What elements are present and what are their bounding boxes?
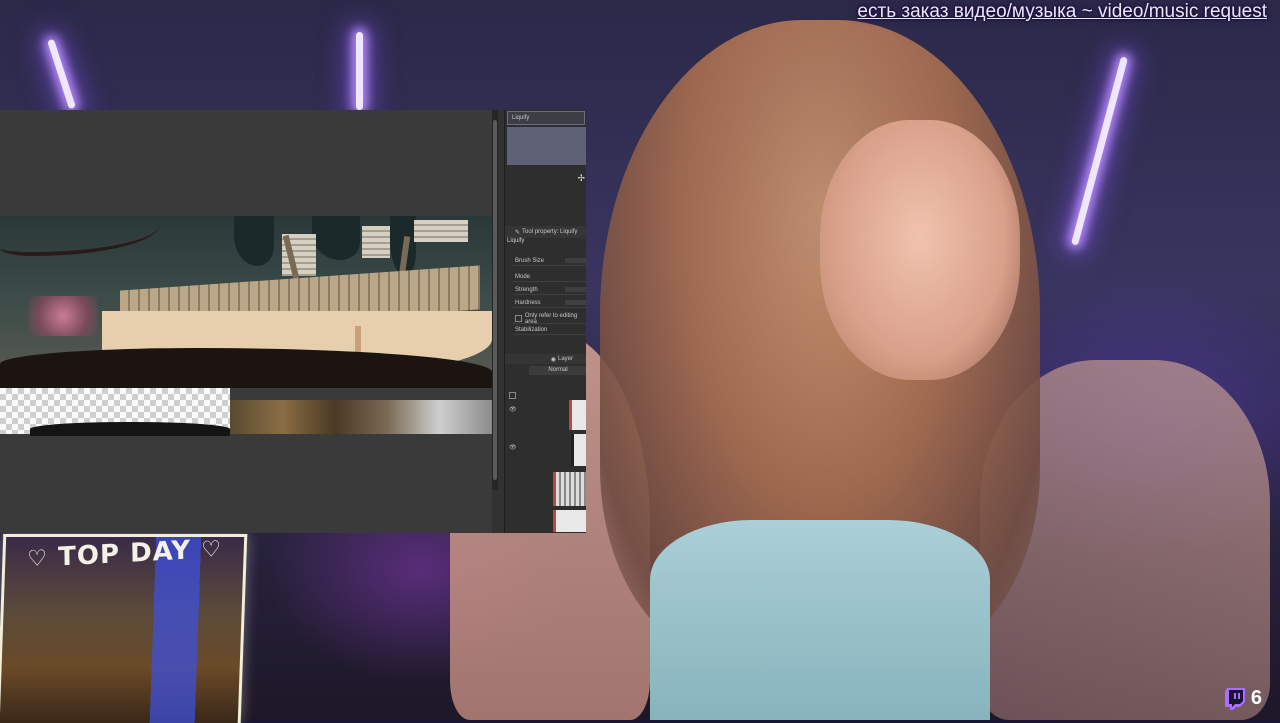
artwork-sail — [362, 226, 390, 258]
artwork-blossom — [28, 296, 98, 336]
artwork-branch — [0, 216, 160, 256]
tool-property-title: Tool property: Liquify — [522, 229, 578, 235]
artwork-moss — [234, 216, 274, 266]
property-brush-size[interactable]: Brush Size — [513, 256, 586, 266]
drawing-app-window: Liquify ✢ ✎ Tool property: Liquify Liqui… — [0, 110, 586, 533]
sub-tool-title: Liquify — [512, 115, 530, 121]
blend-mode-select[interactable]: Normal — [529, 366, 586, 375]
checkbox[interactable] — [515, 315, 522, 322]
wrench-icon: ✎ — [515, 229, 521, 236]
artwork-canvas[interactable] — [0, 216, 492, 388]
layer-thumbnail[interactable] — [553, 472, 586, 506]
add-icon[interactable]: ✢ — [577, 173, 585, 184]
tool-name: Liquify — [507, 238, 525, 244]
scrollbar-thumb[interactable] — [493, 120, 497, 480]
property-label: Brush Size — [515, 257, 545, 264]
artwork-shadow — [30, 422, 230, 436]
neon-light — [1071, 56, 1128, 246]
heart-icon: ♡ — [200, 536, 223, 563]
layer-thumbnail[interactable] — [571, 434, 586, 466]
property-label: Hardness — [515, 299, 541, 306]
property-only-refer-editing-area[interactable]: Only refer to editing area — [513, 312, 586, 325]
artwork-moss — [312, 216, 360, 260]
layer-thumbnail[interactable] — [569, 400, 586, 430]
viewer-count-badge: 6 — [1224, 687, 1262, 710]
property-label: Strength — [515, 286, 538, 293]
canvas-scrollbar[interactable] — [492, 110, 498, 490]
property-stabilization[interactable]: Stabilization — [513, 325, 586, 335]
reference-images — [230, 400, 492, 434]
layer-palette-header: ◉ Layer — [505, 354, 586, 364]
canvas-area[interactable] — [0, 110, 492, 533]
property-strength[interactable]: Strength — [513, 285, 586, 295]
eye-icon[interactable]: 👁 — [509, 444, 517, 451]
property-hardness[interactable]: Hardness — [513, 298, 586, 308]
layer-thumbnail[interactable] — [553, 510, 586, 532]
neon-light — [356, 32, 363, 110]
eye-icon[interactable]: 👁 — [509, 406, 517, 413]
property-label: Only refer to editing area — [524, 312, 578, 325]
layer-list[interactable]: 👁 👁 — [505, 396, 586, 533]
request-banner[interactable]: есть заказ видео/музыка ~ video/music re… — [857, 1, 1267, 23]
neon-light — [47, 38, 76, 110]
viewer-count: 6 — [1250, 687, 1262, 709]
top-day-panel: ♡ TOP DAY ♡ — [0, 533, 248, 723]
streamer-dress — [650, 520, 990, 720]
tab-layer[interactable]: Layer — [558, 356, 573, 362]
twitch-icon — [1224, 687, 1245, 710]
streamer-face — [820, 120, 1020, 380]
right-palette: Liquify ✢ ✎ Tool property: Liquify Liqui… — [504, 110, 586, 533]
property-mode[interactable]: Mode — [513, 272, 586, 282]
sub-tool-preview[interactable] — [507, 127, 586, 165]
top-day-title: ♡ TOP DAY ♡ — [5, 533, 244, 575]
artwork-sail — [414, 220, 468, 242]
property-label: Stabilization — [515, 326, 548, 333]
sub-tool-header[interactable]: Liquify — [507, 111, 585, 125]
layer-icon: ◉ — [550, 356, 556, 363]
heart-icon: ♡ — [27, 546, 49, 573]
top-day-label: TOP DAY — [57, 535, 192, 573]
property-label: Mode — [515, 273, 531, 280]
tool-property-header: ✎ Tool property: Liquify — [505, 226, 586, 238]
